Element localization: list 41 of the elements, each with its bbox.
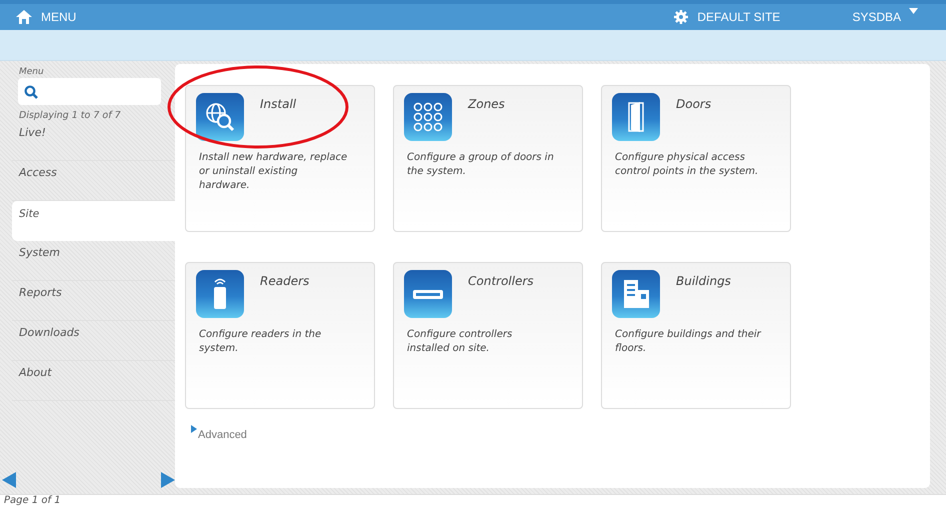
tile-title: Buildings — [676, 273, 731, 290]
expand-arrow-icon — [191, 425, 197, 433]
menu-label: Menu — [18, 67, 45, 77]
feature-tile[interactable]: Readers Configure readers in the system. — [185, 262, 375, 409]
search-field[interactable] — [18, 78, 161, 105]
caret-icon — [909, 8, 918, 15]
next-arrow-icon[interactable] — [161, 472, 175, 488]
tile-title: Controllers — [468, 273, 534, 290]
site-button[interactable]: DEFAULT SITE — [674, 10, 780, 24]
settings-icon — [674, 10, 688, 24]
result-count: Displaying 1 to 7 of 7 — [18, 109, 122, 121]
page-indicator: Page 1 of 1 — [4, 495, 61, 506]
home-icon — [16, 10, 32, 24]
menu-button[interactable]: MENU — [16, 10, 76, 24]
feature-tile[interactable]: Install Install new hardware, replace or uninstall existing hardware. — [185, 85, 375, 232]
readers-icon — [196, 270, 244, 318]
tile-description: Configure physical access control points in the system. — [614, 151, 760, 179]
feature-tile[interactable]: Buildings Configure buildings and their floors. — [601, 262, 791, 409]
controllers-icon — [404, 270, 452, 318]
feature-tile[interactable]: Zones Configure a group of doors in the system. — [393, 85, 583, 232]
tile-title: Readers — [260, 273, 310, 290]
tile-title: Zones — [468, 96, 505, 113]
tile-title: Install — [260, 96, 296, 113]
feature-tile[interactable]: Controllers Configure controllers installed on site. — [393, 262, 583, 409]
tile-description: Configure buildings and their floors. — [614, 328, 762, 356]
zones-icon — [404, 93, 452, 141]
advanced-toggle[interactable]: Advanced — [191, 425, 920, 441]
nav-item[interactable]: Site — [12, 201, 175, 241]
tile-description: Configure a group of doors in the system. — [406, 151, 555, 179]
tile-title: Doors — [676, 96, 712, 113]
doors-icon — [612, 93, 660, 141]
search-icon — [24, 84, 38, 98]
advanced-label: Advanced — [198, 429, 247, 441]
feature-tile[interactable]: Doors Configure physical access control points in the system. — [601, 85, 791, 232]
tile-description: Configure readers in the system. — [198, 328, 322, 356]
user-menu-button[interactable]: SYSDBA — [852, 10, 918, 24]
buildings-icon — [612, 270, 660, 318]
tile-description: Configure controllers installed on site. — [406, 328, 514, 356]
previous-arrow-icon[interactable] — [2, 472, 16, 488]
install-icon — [196, 93, 244, 141]
tile-description: Install new hardware, replace or uninstall existing hardware. — [198, 151, 348, 193]
